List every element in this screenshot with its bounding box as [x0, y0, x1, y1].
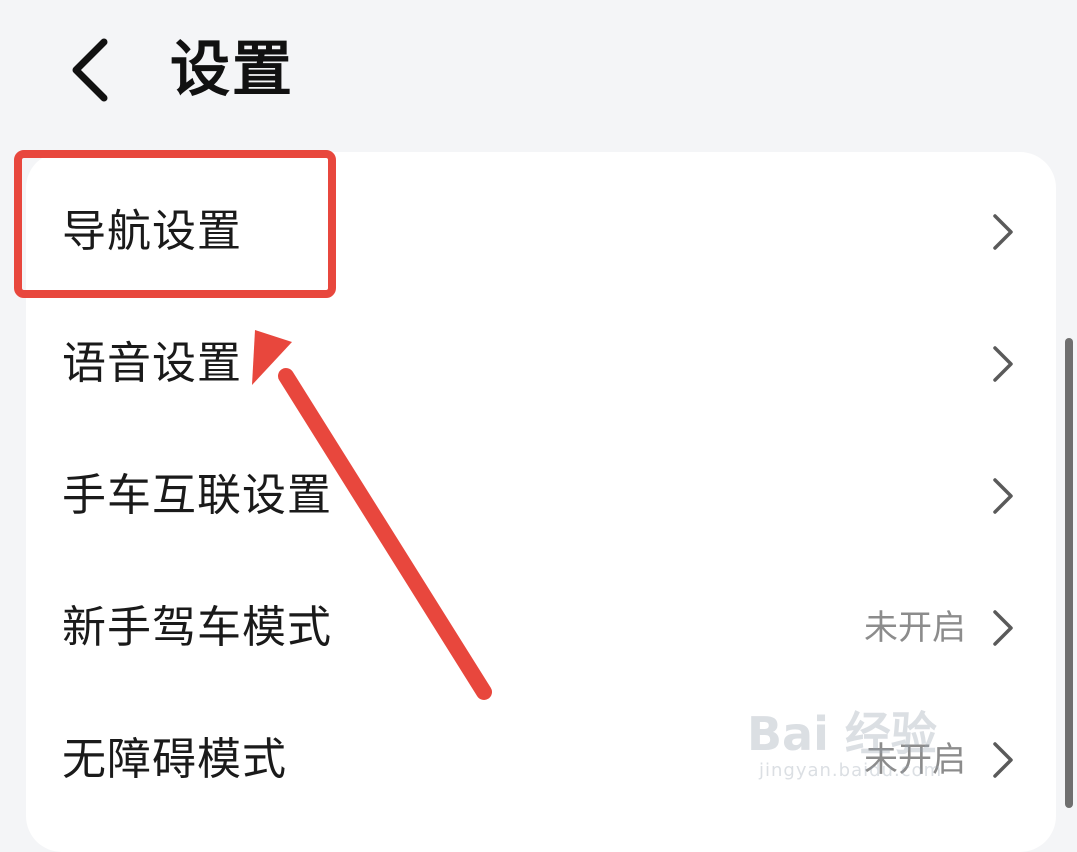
chevron-right-icon [990, 344, 1016, 384]
page-title: 设置 [170, 35, 294, 105]
settings-item-label: 语音设置 [62, 338, 242, 389]
settings-item-navigation[interactable]: 导航设置 [26, 166, 1056, 298]
settings-item-car-connect[interactable]: 手车互联设置 [26, 430, 1056, 562]
settings-item-value: 未开启 [864, 608, 966, 648]
header-bar: 设置 [0, 0, 1077, 140]
chevron-left-icon [72, 38, 108, 102]
chevron-right-icon [990, 212, 1016, 252]
settings-item-voice[interactable]: 语音设置 [26, 298, 1056, 430]
settings-item-label: 新手驾车模式 [62, 602, 332, 653]
settings-item-accessibility-mode[interactable]: 无障碍模式 未开启 [26, 694, 1056, 826]
chevron-right-icon [990, 476, 1016, 516]
scrollbar[interactable] [1065, 338, 1073, 808]
chevron-right-icon [990, 608, 1016, 648]
settings-item-label: 无障碍模式 [62, 734, 287, 785]
settings-item-novice-mode[interactable]: 新手驾车模式 未开启 [26, 562, 1056, 694]
settings-item-value: 未开启 [864, 740, 966, 780]
settings-item-label: 手车互联设置 [62, 470, 332, 521]
settings-card: 导航设置 语音设置 手车互联设置 新手驾车模式 未开启 无障碍模式 未开启 [26, 152, 1056, 852]
settings-item-label: 导航设置 [62, 206, 242, 257]
back-button[interactable] [60, 32, 130, 108]
chevron-right-icon [990, 740, 1016, 780]
